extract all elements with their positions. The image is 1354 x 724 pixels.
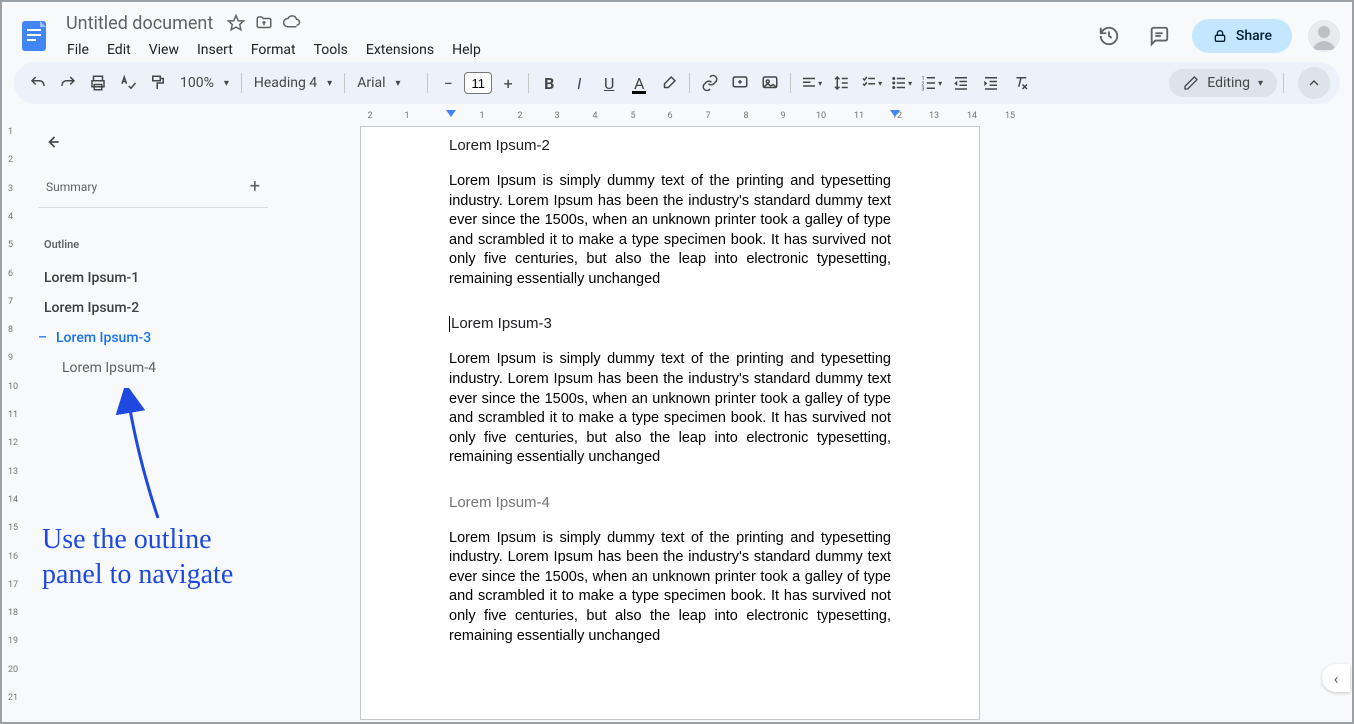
expand-side-panel-button[interactable]: ‹: [1322, 664, 1350, 692]
spellcheck-button[interactable]: [114, 69, 142, 97]
editing-mode-label: Editing: [1207, 75, 1250, 91]
insert-image-button[interactable]: [756, 69, 784, 97]
menu-insert[interactable]: Insert: [190, 38, 240, 62]
clear-formatting-button[interactable]: [1007, 69, 1035, 97]
redo-button[interactable]: [54, 69, 82, 97]
account-avatar[interactable]: [1308, 20, 1340, 52]
highlight-button[interactable]: [655, 69, 683, 97]
menu-tools[interactable]: Tools: [307, 38, 355, 62]
font-family-selector[interactable]: Arial: [351, 71, 421, 95]
paragraph-style-selector[interactable]: Heading 4: [248, 71, 338, 95]
add-summary-button[interactable]: +: [250, 176, 260, 197]
annotation-text: Use the outline panel to navigate: [42, 522, 233, 592]
numbered-list-button[interactable]: 123▾: [917, 69, 945, 97]
comments-icon[interactable]: [1142, 19, 1176, 53]
outline-item[interactable]: Lorem Ipsum-3: [30, 323, 340, 353]
history-icon[interactable]: [1092, 19, 1126, 53]
print-button[interactable]: [84, 69, 112, 97]
menu-view[interactable]: View: [142, 38, 186, 62]
paint-format-button[interactable]: [144, 69, 172, 97]
menu-extensions[interactable]: Extensions: [359, 38, 441, 62]
outline-section-label: Outline: [44, 238, 340, 251]
outline-item[interactable]: Lorem Ipsum-4: [30, 353, 340, 383]
insert-comment-button[interactable]: [726, 69, 754, 97]
zoom-selector[interactable]: 100%: [174, 71, 235, 95]
outline-panel: Summary + Outline Lorem Ipsum-1Lorem Ips…: [30, 130, 340, 383]
pencil-icon: [1183, 75, 1199, 91]
document-page[interactable]: Lorem Ipsum-2 Lorem Ipsum is simply dummy…: [360, 126, 980, 720]
checklist-button[interactable]: ▾: [857, 69, 885, 97]
font-size-input[interactable]: [464, 72, 492, 94]
left-indent-marker[interactable]: [446, 110, 456, 117]
italic-button[interactable]: I: [565, 69, 593, 97]
title-area: Untitled document File Edit View Insert …: [60, 11, 1092, 62]
document-paragraph[interactable]: Lorem Ipsum is simply dummy text of the …: [449, 350, 891, 467]
insert-link-button[interactable]: [696, 69, 724, 97]
document-paragraph[interactable]: Lorem Ipsum is simply dummy text of the …: [449, 529, 891, 646]
menubar: File Edit View Insert Format Tools Exten…: [60, 38, 1092, 62]
document-heading[interactable]: Lorem Ipsum-3: [449, 315, 891, 332]
decrease-indent-button[interactable]: [947, 69, 975, 97]
lock-icon: [1212, 28, 1228, 44]
summary-label: Summary: [46, 180, 97, 194]
document-heading[interactable]: Lorem Ipsum-4: [449, 494, 891, 511]
right-indent-marker[interactable]: [890, 110, 900, 117]
star-icon[interactable]: [227, 14, 245, 32]
increase-indent-button[interactable]: [977, 69, 1005, 97]
editing-mode-button[interactable]: Editing ▾: [1169, 69, 1277, 97]
document-title[interactable]: Untitled document: [60, 11, 219, 36]
menu-help[interactable]: Help: [445, 38, 488, 62]
menu-file[interactable]: File: [60, 38, 96, 62]
align-button[interactable]: ▾: [797, 69, 825, 97]
svg-text:3: 3: [922, 87, 925, 93]
document-paragraph[interactable]: Lorem Ipsum is simply dummy text of the …: [449, 172, 891, 289]
document-heading[interactable]: Lorem Ipsum-2: [449, 137, 891, 154]
menu-edit[interactable]: Edit: [100, 38, 138, 62]
docs-logo[interactable]: [14, 16, 54, 56]
undo-button[interactable]: [24, 69, 52, 97]
outline-item[interactable]: Lorem Ipsum-2: [30, 293, 340, 323]
share-button[interactable]: Share: [1192, 19, 1292, 53]
bulleted-list-button[interactable]: ▾: [887, 69, 915, 97]
underline-button[interactable]: U: [595, 69, 623, 97]
font-size-decrease[interactable]: −: [434, 69, 462, 97]
vertical-ruler[interactable]: 123456789101112131415161718192021: [6, 126, 22, 720]
outline-item[interactable]: Lorem Ipsum-1: [30, 263, 340, 293]
line-spacing-button[interactable]: [827, 69, 855, 97]
text-color-button[interactable]: A: [625, 69, 653, 97]
cloud-status-icon[interactable]: [283, 14, 301, 32]
menu-format[interactable]: Format: [244, 38, 303, 62]
toolbar: 100% Heading 4 Arial − + B I U A ▾ ▾ ▾ 1…: [14, 62, 1340, 104]
bold-button[interactable]: B: [535, 69, 563, 97]
font-size-increase[interactable]: +: [494, 69, 522, 97]
share-label: Share: [1236, 28, 1272, 44]
close-outline-button[interactable]: [40, 130, 64, 154]
horizontal-ruler[interactable]: 21123456789101112131415: [360, 110, 1340, 126]
app-header: Untitled document File Edit View Insert …: [2, 2, 1352, 62]
collapse-toolbar-button[interactable]: [1298, 67, 1330, 99]
annotation-arrow: [98, 388, 198, 528]
move-icon[interactable]: [255, 14, 273, 32]
